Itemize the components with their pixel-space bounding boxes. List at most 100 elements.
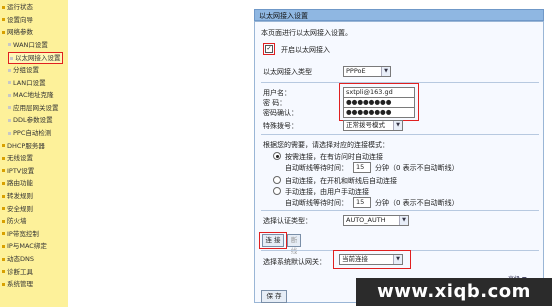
bullet-icon [2, 144, 5, 148]
sidebar-item-label: 应用层网关设置 [13, 103, 59, 112]
bullet-icon [2, 181, 5, 185]
bullet-icon [2, 207, 5, 211]
sidebar-item-20[interactable]: 动态DNS [2, 254, 34, 264]
auth-type-select[interactable]: AUTO_AUTH ▼ [343, 215, 409, 226]
bullet-icon [2, 5, 5, 9]
sidebar-item-label: 诊断工具 [7, 267, 33, 276]
sidebar-item-5[interactable]: 分组设置 [8, 65, 39, 75]
mode-radio-manual[interactable] [273, 187, 281, 195]
bullet-icon [10, 56, 13, 60]
bullet-icon [2, 219, 5, 223]
sidebar-item-17[interactable]: 防火墙 [2, 216, 27, 226]
sidebar-item-label: 无线设置 [7, 154, 33, 163]
sidebar-item-15[interactable]: 转发规则 [2, 191, 33, 201]
sidebar-item-label: 防火墙 [7, 217, 27, 226]
mode-prompt: 根据您的需要，请选择对应的连接模式： [263, 141, 389, 149]
sidebar-item-4[interactable]: 以太网接入设置 [8, 52, 63, 65]
bullet-icon [2, 194, 5, 198]
sidebar-item-label: PPC自动检测 [13, 129, 52, 137]
sidebar-item-21[interactable]: 诊断工具 [2, 267, 33, 277]
idle-label-manual: 自动断线等待时间： [285, 199, 348, 207]
sidebar-item-19[interactable]: IP与MAC绑定 [2, 241, 47, 251]
conn-type-value: PPPoE [346, 67, 366, 75]
sidebar-item-label: MAC地址克隆 [13, 91, 54, 100]
bullet-icon [2, 244, 5, 248]
bullet-icon [2, 18, 5, 22]
settings-panel: 本页面进行以太网接入设置。 ✓ 开启以太网接入 以太网接入类型 PPPoE ▼ … [254, 21, 544, 303]
bullet-icon [8, 106, 11, 110]
sidebar-item-label: WAN口设置 [13, 40, 48, 49]
sidebar-nav: 运行状态设置向导网络参数 WAN口设置以太网接入设置 分组设置 LAN口设置 MAC地址… [0, 0, 68, 307]
conn-type-select[interactable]: PPPoE ▼ [343, 66, 391, 77]
sidebar-item-label: IP与MAC绑定 [7, 242, 47, 251]
sidebar-item-3[interactable]: WAN口设置 [8, 40, 48, 50]
idle-label: 自动断线等待时间： [285, 164, 348, 172]
sidebar-item-label: 网络参数 [7, 28, 33, 37]
confirm-label: 密码确认： [263, 109, 298, 117]
sidebar-item-label: 以太网接入设置 [15, 54, 61, 63]
username-label: 用户名： [263, 89, 291, 97]
sidebar-item-16[interactable]: 安全规则 [2, 204, 33, 214]
bullet-icon [2, 257, 5, 261]
sidebar-item-1[interactable]: 设置向导 [2, 15, 33, 25]
sidebar-item-label: 路由功能 [7, 179, 33, 188]
bullet-icon [2, 270, 5, 274]
save-button[interactable]: 保 存 [261, 290, 287, 303]
special-dial-label: 特殊拨号： [263, 122, 298, 130]
mode-radio-on-demand[interactable] [273, 152, 281, 160]
sidebar-item-7[interactable]: MAC地址克隆 [8, 90, 53, 100]
auth-label: 选择认证类型： [263, 217, 312, 225]
conn-type-label: 以太网接入类型 [263, 68, 312, 76]
sidebar-item-label: 分组设置 [13, 66, 39, 74]
sidebar-item-label: 动态DNS [7, 255, 34, 263]
auth-type-value: AUTO_AUTH [346, 216, 386, 224]
chevron-down-icon: ▼ [393, 121, 402, 130]
enable-checkbox[interactable]: ✓ [265, 45, 273, 53]
sidebar-item-10[interactable]: PPC自动检测 [8, 128, 51, 138]
sidebar-item-label: IPTV设置 [7, 166, 35, 175]
chevron-down-icon: ▼ [393, 255, 402, 264]
idle-time-input[interactable]: 15 [353, 162, 371, 173]
confirm-password-input[interactable]: ●●●●●●●● [343, 107, 415, 118]
sidebar-item-label: 设置向导 [7, 15, 33, 24]
sidebar-item-label: LAN口设置 [13, 78, 46, 87]
special-dial-value: 正常拨号模式 [346, 121, 385, 129]
divider [261, 210, 539, 211]
bullet-icon [2, 232, 5, 236]
sidebar-item-6[interactable]: LAN口设置 [8, 78, 46, 88]
disconnect-button[interactable]: 断 线 [287, 234, 301, 255]
sidebar-item-22[interactable]: 系统管理 [2, 279, 33, 289]
idle-unit-manual: 分钟（0 表示不自动断线） [375, 199, 459, 207]
sidebar-item-label: DDL参数设置 [13, 116, 53, 125]
sidebar-item-label: DHCP服务器 [7, 141, 45, 150]
sidebar-item-18[interactable]: IP带宽控制 [2, 229, 39, 239]
sidebar-item-8[interactable]: 应用层网关设置 [8, 103, 59, 113]
content-spacer [68, 0, 238, 307]
password-label: 密 码： [263, 99, 287, 107]
sidebar-item-13[interactable]: IPTV设置 [2, 166, 34, 176]
sidebar-item-14[interactable]: 路由功能 [2, 178, 33, 188]
sidebar-item-0[interactable]: 运行状态 [2, 2, 33, 12]
special-dial-select[interactable]: 正常拨号模式 ▼ [343, 120, 403, 131]
sidebar-item-2[interactable]: 网络参数 [2, 27, 33, 37]
sidebar-item-11[interactable]: DHCP服务器 [2, 141, 45, 151]
idle-time-input-manual[interactable]: 15 [353, 197, 371, 208]
divider [261, 134, 539, 135]
gateway-value: 当前连接 [342, 255, 368, 263]
sidebar-item-12[interactable]: 无线设置 [2, 153, 33, 163]
mode-label-manual: 手动连接，由用户手动连接 [285, 188, 369, 196]
bullet-icon [8, 131, 11, 135]
bullet-icon [2, 30, 5, 34]
chevron-down-icon: ▼ [381, 67, 390, 76]
bullet-icon [8, 81, 11, 85]
panel-title: 以太网接入设置 [254, 9, 544, 21]
gateway-select[interactable]: 当前连接 ▼ [339, 254, 403, 265]
bullet-icon [8, 118, 11, 122]
watermark-logo: www.xiqb.com [356, 278, 552, 306]
bullet-icon [8, 68, 11, 72]
connect-button[interactable]: 连 接 [262, 234, 284, 247]
sidebar-item-9[interactable]: DDL参数设置 [8, 115, 53, 125]
idle-unit: 分钟（0 表示不自动断线） [375, 164, 459, 172]
mode-radio-auto[interactable] [273, 176, 281, 184]
bullet-icon [2, 156, 5, 160]
